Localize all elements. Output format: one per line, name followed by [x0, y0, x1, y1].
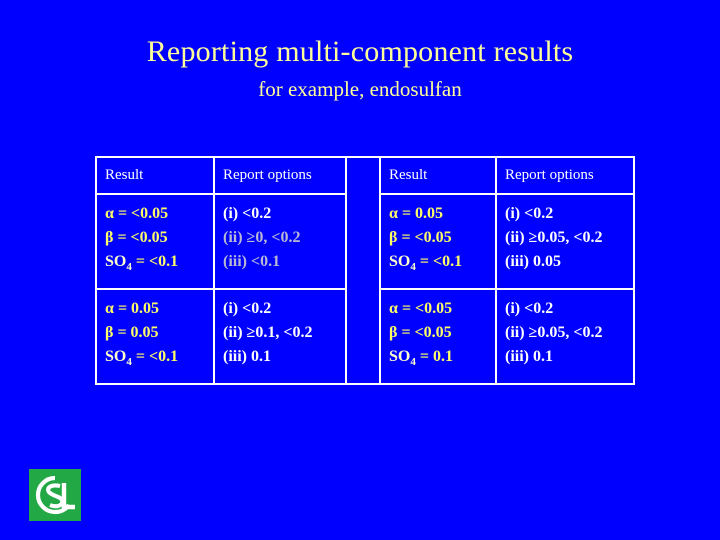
so4-symbol: SO [389, 253, 411, 270]
result-line-so4: SO4 = <0.1 [389, 250, 495, 279]
option-line-i: (i) <0.2 [505, 300, 554, 318]
column-header-label: Result [389, 167, 428, 183]
header-cell-right-result: Result [379, 156, 497, 195]
option-line-iii: (iii) 0.05 [505, 253, 561, 270]
beta-relation: = 0.05 [117, 324, 159, 342]
so4-relation: = 0.1 [419, 348, 453, 366]
option-line-i: (i) <0.2 [223, 205, 272, 222]
so4-relation: = <0.1 [135, 348, 179, 366]
result-cell: α = <0.05 β = <0.05 SO4 = 0.1 [379, 288, 497, 386]
slide-title-block: Reporting multi-component results for ex… [0, 34, 720, 102]
result-cell: α = <0.05 β = <0.05 SO4 = <0.1 [95, 192, 215, 291]
result-line-beta: β = <0.05 [105, 226, 213, 250]
result-line-so4: SO4 = <0.1 [105, 250, 213, 279]
options-cell: (i) <0.2 (ii) ≥0, <0.2 (iii) <0.1 [213, 192, 347, 291]
options-cell: (i) <0.2 (ii) ≥0.05, <0.2 (iii) 0.1 [495, 288, 635, 386]
page-subtitle: for example, endosulfan [258, 77, 462, 101]
result-line-so4: SO4 = <0.1 [105, 345, 213, 374]
page-title: Reporting multi-component results [146, 35, 574, 68]
csl-logo [29, 469, 81, 521]
beta-symbol: β [389, 324, 398, 342]
so4-subscript: 4 [410, 261, 416, 274]
so4-relation: = <0.1 [135, 253, 179, 270]
option-line-i: (i) <0.2 [505, 205, 554, 222]
option-line-iii: (iii) <0.1 [223, 253, 281, 270]
option-line-i: (i) <0.2 [223, 300, 272, 318]
alpha-relation: = 0.05 [401, 205, 444, 222]
result-line-alpha: α = 0.05 [389, 202, 495, 226]
alpha-relation: = <0.05 [401, 300, 453, 318]
header-cell-left-result: Result [95, 156, 215, 195]
option-line-ii: (ii) ≥0.05, <0.2 [505, 324, 603, 342]
beta-symbol: β [105, 229, 114, 246]
result-cell: α = 0.05 β = <0.05 SO4 = <0.1 [379, 192, 497, 291]
options-cell: (i) <0.2 (ii) ≥0.05, <0.2 (iii) 0.05 [495, 192, 635, 291]
header-cell-right-options: Report options [495, 156, 635, 195]
result-line-beta: β = 0.05 [105, 321, 213, 345]
result-line-alpha: α = <0.05 [389, 297, 495, 321]
so4-subscript: 4 [126, 356, 132, 369]
table-header-row: Result Report options Result Report opti… [95, 155, 635, 386]
results-table: Result Report options Result Report opti… [95, 155, 635, 386]
column-header-label: Report options [505, 167, 594, 183]
option-line-iii: (iii) 0.1 [223, 348, 271, 366]
alpha-symbol: α [389, 205, 398, 222]
result-line-beta: β = <0.05 [389, 321, 495, 345]
column-header-label: Report options [223, 167, 312, 183]
beta-symbol: β [389, 229, 398, 246]
beta-relation: = <0.05 [117, 229, 168, 246]
table-spacer-column [345, 155, 381, 386]
alpha-relation: = <0.05 [117, 205, 169, 222]
result-line-alpha: α = <0.05 [105, 202, 213, 226]
csl-logo-icon [35, 475, 75, 515]
so4-symbol: SO [105, 348, 127, 366]
option-line-ii: (ii) ≥0.05, <0.2 [505, 229, 603, 246]
column-header-label: Result [105, 167, 144, 183]
so4-subscript: 4 [410, 356, 416, 369]
alpha-symbol: α [389, 300, 398, 318]
beta-relation: = <0.05 [401, 229, 452, 246]
result-line-beta: β = <0.05 [389, 226, 495, 250]
option-line-ii: (ii) ≥0.1, <0.2 [223, 324, 313, 342]
alpha-relation: = 0.05 [117, 300, 160, 318]
alpha-symbol: α [105, 300, 114, 318]
so4-symbol: SO [105, 253, 127, 270]
beta-symbol: β [105, 324, 114, 342]
beta-relation: = <0.05 [401, 324, 452, 342]
so4-subscript: 4 [126, 261, 132, 274]
options-cell: (i) <0.2 (ii) ≥0.1, <0.2 (iii) 0.1 [213, 288, 347, 386]
so4-symbol: SO [389, 348, 411, 366]
result-line-alpha: α = 0.05 [105, 297, 213, 321]
result-cell: α = 0.05 β = 0.05 SO4 = <0.1 [95, 288, 215, 386]
header-cell-left-options: Report options [213, 156, 347, 195]
alpha-symbol: α [105, 205, 114, 222]
result-line-so4: SO4 = 0.1 [389, 345, 495, 374]
so4-relation: = <0.1 [419, 253, 463, 270]
option-line-iii: (iii) 0.1 [505, 348, 553, 366]
option-line-ii: (ii) ≥0, <0.2 [223, 229, 301, 246]
